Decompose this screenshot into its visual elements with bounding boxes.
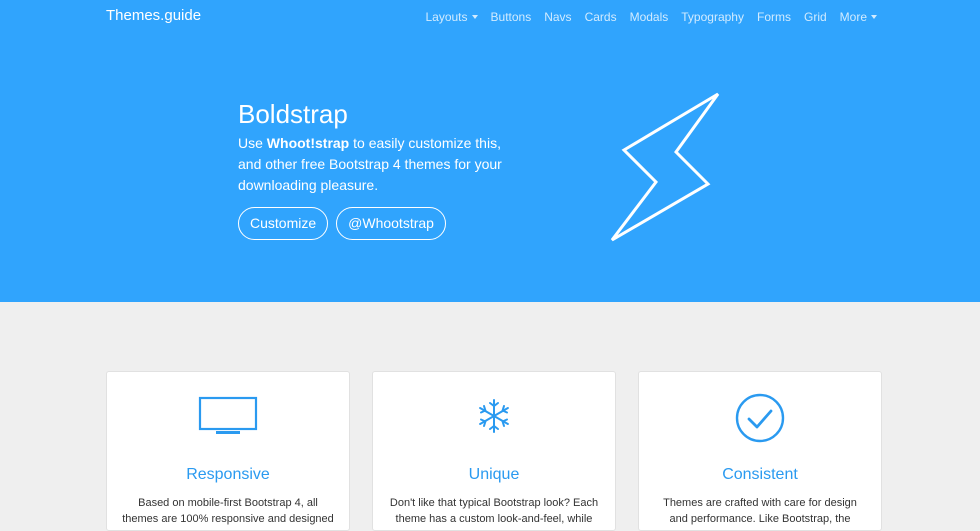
feature-card-consistent: Consistent Themes are crafted with care … — [638, 371, 882, 531]
whootstrap-button[interactable]: @Whootstrap — [336, 207, 446, 240]
feature-title: Responsive — [186, 466, 270, 483]
nav-item-forms[interactable]: Forms — [757, 10, 791, 24]
snowflake-icon — [479, 399, 509, 433]
brand-link[interactable]: Themes.guide — [106, 7, 201, 24]
nav-item-cards[interactable]: Cards — [585, 10, 617, 24]
caret-down-icon — [471, 15, 478, 19]
customize-button[interactable]: Customize — [238, 207, 329, 240]
navbar: Themes.guide Layouts Buttons Navs Cards … — [0, 0, 980, 36]
feature-title: Consistent — [722, 466, 798, 483]
nav-item-more[interactable]: More — [840, 10, 877, 24]
check-circle-icon — [735, 393, 785, 443]
hero-lead: Use Whoot!strap to easily customize this… — [238, 135, 502, 193]
nav-item-grid[interactable]: Grid — [804, 10, 827, 24]
nav-item-typography[interactable]: Typography — [681, 10, 744, 24]
caret-down-icon — [871, 15, 877, 19]
feature-card-unique: Unique Don't like that typical Bootstrap… — [372, 371, 616, 531]
feature-title: Unique — [468, 466, 520, 483]
feature-text: Don't like that typical Bootstrap look? … — [389, 497, 599, 525]
monitor-icon — [198, 396, 258, 434]
nav-item-buttons[interactable]: Buttons — [491, 10, 532, 24]
feature-text: Themes are crafted with care for design … — [663, 497, 857, 525]
nav-item-layouts[interactable]: Layouts — [425, 10, 478, 24]
nav-item-modals[interactable]: Modals — [630, 10, 669, 24]
feature-text: Based on mobile-first Bootstrap 4, all t… — [122, 497, 334, 525]
hero-buttons: Customize @Whootstrap — [238, 207, 454, 240]
whootstrap-link[interactable]: Whoot!strap — [267, 135, 349, 151]
lightning-bolt-icon — [610, 92, 720, 242]
page-title: Boldstrap — [238, 99, 348, 129]
nav-menu: Layouts Buttons Navs Cards Modals Typogr… — [412, 10, 877, 24]
feature-card-responsive: Responsive Based on mobile-first Bootstr… — [106, 371, 350, 531]
hero-section: Themes.guide Layouts Buttons Navs Cards … — [0, 0, 980, 302]
nav-item-navs[interactable]: Navs — [544, 10, 571, 24]
hero-text: Boldstrap Use Whoot!strap to easily cust… — [238, 99, 508, 196]
